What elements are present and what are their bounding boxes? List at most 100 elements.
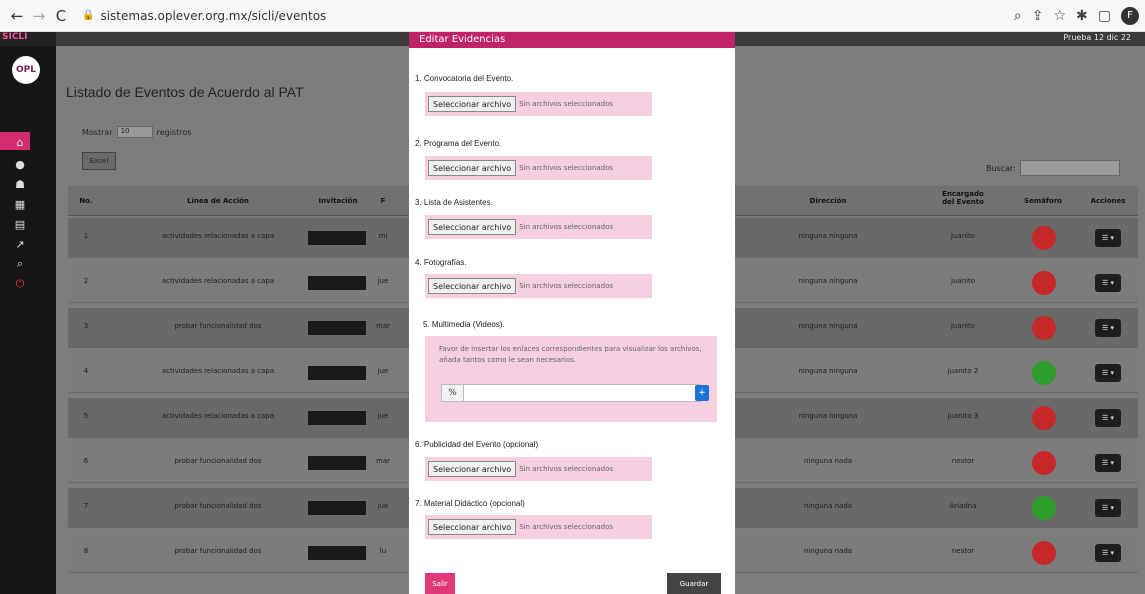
share-icon[interactable]: ⇪ <box>1032 8 1044 24</box>
file-input-convocatoria[interactable]: Seleccionar archivo Sin archivos selecci… <box>425 92 652 116</box>
cell-fecha: mar <box>376 457 390 465</box>
show-label: Mostrar <box>82 127 113 137</box>
cell-no: 4 <box>83 367 89 375</box>
chart-icon[interactable]: ↗ <box>12 236 28 252</box>
power-icon[interactable]: ⏻ <box>12 276 28 292</box>
extensions-icon[interactable]: ✱ <box>1076 8 1088 24</box>
invitation-button[interactable] <box>308 321 366 335</box>
cell-no: 2 <box>83 277 89 285</box>
invitation-button[interactable] <box>308 276 366 290</box>
excel-export-button[interactable]: Excel <box>82 152 116 170</box>
col-invitacion[interactable]: Invitación <box>308 197 368 205</box>
invitation-button[interactable] <box>308 231 366 245</box>
traffic-light-indicator <box>1032 541 1056 565</box>
cell-fecha: jue <box>377 277 389 285</box>
col-encargado[interactable]: Encargado del Evento <box>938 190 988 206</box>
invitation-button[interactable] <box>308 501 366 515</box>
select-file-button[interactable]: Seleccionar archivo <box>428 461 517 477</box>
file-icon[interactable]: ▤ <box>12 216 28 232</box>
col-linea[interactable]: Línea de Acción <box>148 197 288 205</box>
actions-menu-button[interactable]: ☰ ▾ <box>1095 409 1121 427</box>
file-input-programa[interactable]: Seleccionar archivo Sin archivos selecci… <box>425 156 652 180</box>
search-icon[interactable]: ⌕ <box>12 256 28 272</box>
bookmark-star-icon[interactable]: ☆ <box>1053 8 1066 24</box>
actions-menu-button[interactable]: ☰ ▾ <box>1095 274 1121 292</box>
brand-label: SICLI <box>0 32 56 46</box>
search-input[interactable] <box>1019 160 1120 176</box>
cell-encargado: juanito 3 <box>947 412 979 420</box>
address-bar[interactable]: 🔒 sistemas.oplever.org.mx/sicli/eventos <box>82 9 326 23</box>
reload-icon[interactable]: C <box>50 5 72 27</box>
cell-fecha: mar <box>376 322 390 330</box>
cell-encargado: juanito 2 <box>947 367 979 375</box>
users-icon[interactable]: ☗ <box>12 176 28 192</box>
close-button[interactable]: Salir <box>425 573 455 594</box>
back-icon[interactable]: ← <box>6 5 28 27</box>
file-input-material[interactable]: Seleccionar archivo Sin archivos selecci… <box>425 515 652 539</box>
traffic-light-indicator <box>1032 361 1056 385</box>
zoom-icon[interactable]: ⌕ <box>1014 8 1022 24</box>
cell-fecha: jue <box>377 502 389 510</box>
col-no[interactable]: No. <box>76 197 96 205</box>
field-label-asistentes: 3. Lista de Asistentes. <box>415 198 493 207</box>
actions-menu-button[interactable]: ☰ ▾ <box>1095 364 1121 382</box>
actions-menu-button[interactable]: ☰ ▾ <box>1095 319 1121 337</box>
actions-menu-button[interactable]: ☰ ▾ <box>1095 229 1121 247</box>
select-file-button[interactable]: Seleccionar archivo <box>428 219 517 235</box>
cell-no: 7 <box>83 502 89 510</box>
invitation-button[interactable] <box>308 546 366 560</box>
calendar-icon[interactable]: ▦ <box>12 196 28 212</box>
cell-direccion: ninguna ninguna <box>798 277 858 285</box>
field-label-programa: 2. Programa del Evento. <box>415 139 502 148</box>
cell-no: 6 <box>83 457 89 465</box>
select-file-button[interactable]: Seleccionar archivo <box>428 96 517 112</box>
field-label-publicidad: 6. Publicidad del Evento (opcional) <box>415 440 539 449</box>
cell-fecha: jue <box>377 367 389 375</box>
edit-evidence-modal: Editar Evidencias 1. Convocatoria del Ev… <box>409 32 735 594</box>
actions-menu-button[interactable]: ☰ ▾ <box>1095 544 1121 562</box>
file-input-publicidad[interactable]: Seleccionar archivo Sin archivos selecci… <box>425 457 652 481</box>
cell-linea: actividades relacionadas a capa <box>161 277 275 285</box>
file-status: Sin archivos seleccionados <box>519 100 614 108</box>
profile-avatar[interactable]: F <box>1121 6 1139 25</box>
page-length-select[interactable]: 10 <box>116 126 153 138</box>
forward-icon[interactable]: → <box>28 5 50 27</box>
dot-icon[interactable]: ● <box>12 156 28 172</box>
browser-toolbar: ← → C 🔒 sistemas.oplever.org.mx/sicli/ev… <box>0 0 1145 32</box>
file-input-asistentes[interactable]: Seleccionar archivo Sin archivos selecci… <box>425 215 652 239</box>
browser-actions: ⌕ ⇪ ☆ ✱ ▢ F <box>1014 6 1139 25</box>
multimedia-link-input[interactable]: % <box>441 384 701 402</box>
col-direccion[interactable]: Dirección <box>778 197 878 205</box>
user-label: Prueba 12 dic 22 <box>1063 33 1131 42</box>
file-input-fotografias[interactable]: Seleccionar archivo Sin archivos selecci… <box>425 274 652 298</box>
select-file-button[interactable]: Seleccionar archivo <box>428 278 517 294</box>
col-fecha[interactable]: F <box>373 197 393 205</box>
cell-direccion: ninguna nada <box>803 547 853 555</box>
col-acciones[interactable]: Acciones <box>1083 197 1133 205</box>
cell-direccion: ninguna ninguna <box>798 322 858 330</box>
cell-direccion: ninguna ninguna <box>798 232 858 240</box>
cell-encargado: juanito <box>950 232 976 240</box>
actions-menu-button[interactable]: ☰ ▾ <box>1095 454 1121 472</box>
cell-direccion: ninguna ninguna <box>798 367 858 375</box>
actions-menu-button[interactable]: ☰ ▾ <box>1095 499 1121 517</box>
traffic-light-indicator <box>1032 451 1056 475</box>
invitation-button[interactable] <box>308 411 366 425</box>
search-label: Buscar: <box>986 163 1016 173</box>
window-icon[interactable]: ▢ <box>1098 8 1111 24</box>
cell-fecha: mi <box>378 232 388 240</box>
page-title: Listado de Eventos de Acuerdo al PAT <box>66 84 304 100</box>
home-icon[interactable]: ⌂ <box>12 134 28 150</box>
select-file-button[interactable]: Seleccionar archivo <box>428 519 517 535</box>
invitation-button[interactable] <box>308 366 366 380</box>
field-label-material: 7. Material Didáctico (opcional) <box>415 499 525 508</box>
save-button[interactable]: Guardar <box>667 573 721 594</box>
select-file-button[interactable]: Seleccionar archivo <box>428 160 517 176</box>
records-label: registros <box>156 127 192 137</box>
invitation-button[interactable] <box>308 456 366 470</box>
add-link-button[interactable]: + <box>695 385 709 401</box>
traffic-light-indicator <box>1032 316 1056 340</box>
traffic-light-indicator <box>1032 406 1056 430</box>
cell-direccion: ninguna nada <box>803 457 853 465</box>
col-semaforo[interactable]: Semáforo <box>1018 197 1068 205</box>
